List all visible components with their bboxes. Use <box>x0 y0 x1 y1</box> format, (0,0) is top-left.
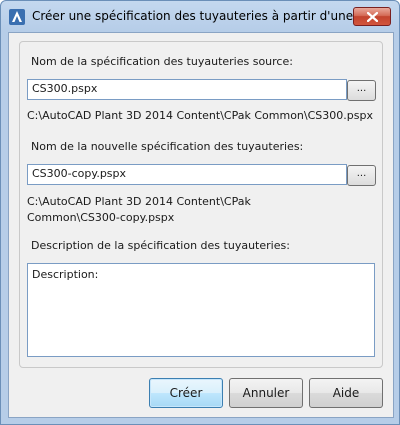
dialog-body: Nom de la spécification des tuyauteries … <box>8 32 394 418</box>
autocad-a-icon <box>9 9 25 25</box>
cancel-button[interactable]: Annuler <box>229 378 303 408</box>
source-browse-button[interactable]: ... <box>347 80 376 101</box>
window-title: Créer une spécification des tuyauteries … <box>32 9 389 23</box>
close-button[interactable] <box>353 7 391 26</box>
source-spec-label: Nom de la spécification des tuyauteries … <box>31 55 293 68</box>
source-spec-input[interactable]: CS300.pspx <box>27 79 347 100</box>
source-spec-path: C:\AutoCAD Plant 3D 2014 Content\CPak Co… <box>27 109 373 122</box>
spec-group-box: Nom de la spécification des tuyauteries … <box>19 41 383 368</box>
help-button[interactable]: Aide <box>309 378 383 408</box>
new-spec-label: Nom de la nouvelle spécification des tuy… <box>31 140 304 153</box>
create-button[interactable]: Créer <box>149 378 223 408</box>
description-label: Description de la spécification des tuya… <box>31 239 290 252</box>
title-bar[interactable]: Créer une spécification des tuyauteries … <box>1 1 399 32</box>
description-textarea[interactable]: Description: <box>27 263 375 357</box>
close-icon <box>367 12 378 22</box>
new-spec-path: C:\AutoCAD Plant 3D 2014 Content\CPak Co… <box>27 195 251 224</box>
new-spec-browse-button[interactable]: ... <box>347 165 376 186</box>
new-spec-input[interactable]: CS300-copy.pspx <box>27 164 347 185</box>
dialog-window: Créer une spécification des tuyauteries … <box>0 0 400 425</box>
